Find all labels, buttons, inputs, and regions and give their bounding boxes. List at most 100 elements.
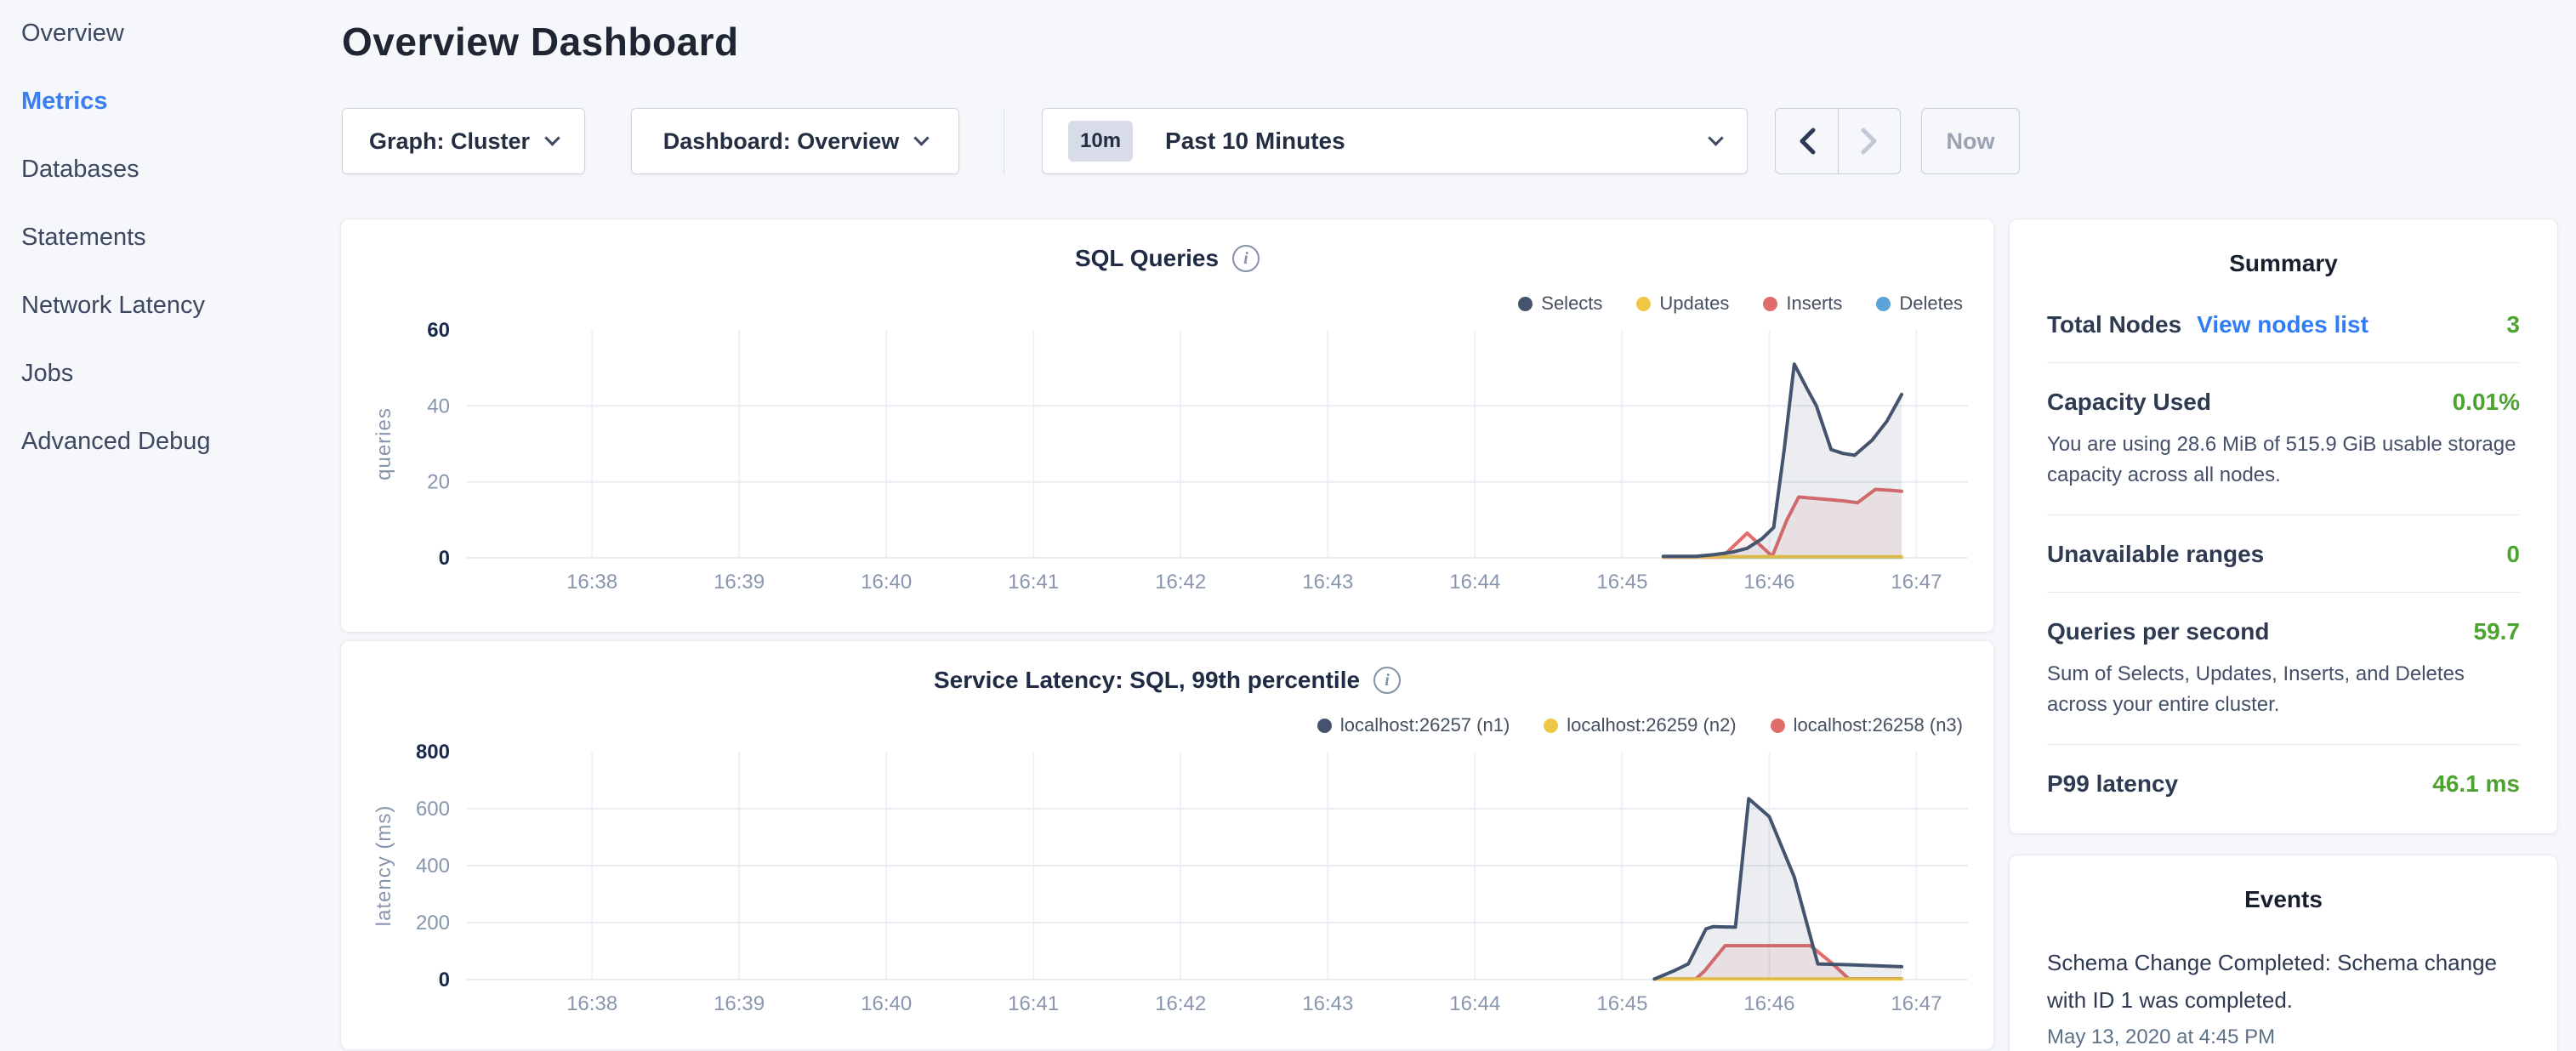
svg-text:16:45: 16:45 xyxy=(1596,992,1647,1015)
legend-item: localhost:26257 (n1) xyxy=(1317,714,1510,736)
svg-text:800: 800 xyxy=(416,741,450,764)
legend-dot-icon xyxy=(1636,297,1651,311)
svg-text:400: 400 xyxy=(416,855,450,878)
svg-text:latency (ms): latency (ms) xyxy=(372,805,395,927)
event-item[interactable]: Schema Change Completed: Schema change w… xyxy=(2010,913,2557,1049)
summary-row-value: 59.7 xyxy=(2474,618,2521,645)
svg-text:16:46: 16:46 xyxy=(1743,571,1794,594)
time-range-badge: 10m xyxy=(1068,121,1133,162)
legend-label: Updates xyxy=(1659,293,1729,315)
legend-label: localhost:26258 (n3) xyxy=(1794,714,1963,736)
event-text: Schema Change Completed: Schema change w… xyxy=(2047,944,2520,1019)
summary-row-subtext: You are using 28.6 MiB of 515.9 GiB usab… xyxy=(2047,429,2520,491)
svg-text:queries: queries xyxy=(372,407,395,480)
legend-dot-icon xyxy=(1317,719,1332,733)
legend-item: Selects xyxy=(1518,293,1602,315)
svg-text:0: 0 xyxy=(439,547,450,570)
events-title: Events xyxy=(2010,855,2557,913)
svg-text:16:41: 16:41 xyxy=(1008,571,1059,594)
svg-text:40: 40 xyxy=(427,395,450,418)
legend-label: localhost:26257 (n1) xyxy=(1340,714,1510,736)
svg-text:16:43: 16:43 xyxy=(1302,992,1353,1015)
summary-row-label: Capacity Used xyxy=(2047,389,2211,416)
svg-text:16:46: 16:46 xyxy=(1743,992,1794,1015)
summary-row-subtext: Sum of Selects, Updates, Inserts, and De… xyxy=(2047,659,2520,720)
time-step-buttons xyxy=(1775,108,1901,174)
summary-row-label: Unavailable ranges xyxy=(2047,541,2264,568)
svg-text:20: 20 xyxy=(427,471,450,494)
chevron-down-icon xyxy=(1708,130,1723,145)
svg-text:16:39: 16:39 xyxy=(714,571,765,594)
summary-row-value: 0 xyxy=(2506,541,2520,568)
graph-dropdown[interactable]: Graph: Cluster xyxy=(342,108,585,174)
sidebar-item-databases[interactable]: Databases xyxy=(21,155,340,184)
chart-legend: localhost:26257 (n1) localhost:26259 (n2)… xyxy=(1317,714,1963,736)
events-panel: Events Schema Change Completed: Schema c… xyxy=(2009,855,2558,1051)
svg-text:0: 0 xyxy=(439,969,450,991)
view-nodes-link[interactable]: View nodes list xyxy=(2197,311,2368,338)
summary-row: Capacity Used 0.01% You are using 28.6 MiB… xyxy=(2047,362,2520,514)
svg-text:16:43: 16:43 xyxy=(1302,571,1353,594)
events-list: Schema Change Completed: Schema change w… xyxy=(2010,913,2557,1049)
svg-text:16:38: 16:38 xyxy=(566,571,617,594)
chart-legend: Selects Updates Inserts Deletes xyxy=(1518,293,1963,315)
event-timestamp: May 13, 2020 at 4:45 PM xyxy=(2047,1025,2520,1049)
sidebar-item-jobs[interactable]: Jobs xyxy=(21,359,340,388)
info-icon[interactable]: i xyxy=(1373,667,1401,694)
svg-text:16:45: 16:45 xyxy=(1596,571,1647,594)
legend-dot-icon xyxy=(1771,719,1785,733)
legend-item: Updates xyxy=(1636,293,1729,315)
legend-item: localhost:26259 (n2) xyxy=(1544,714,1736,736)
summary-rows: Total NodesView nodes list3Capacity Used… xyxy=(2010,277,2557,821)
legend-dot-icon xyxy=(1518,297,1533,311)
sidebar-item-overview[interactable]: Overview xyxy=(21,19,340,48)
dashboard-dropdown-label: Dashboard: Overview xyxy=(663,128,900,155)
summary-row-value: 0.01% xyxy=(2453,389,2520,416)
legend-label: Inserts xyxy=(1786,293,1842,315)
sidebar-item-advanced-debug[interactable]: Advanced Debug xyxy=(21,427,340,456)
sidebar-item-network-latency[interactable]: Network Latency xyxy=(21,291,340,320)
legend-label: Selects xyxy=(1541,293,1602,315)
svg-text:16:44: 16:44 xyxy=(1449,571,1500,594)
svg-text:16:38: 16:38 xyxy=(566,992,617,1015)
svg-text:60: 60 xyxy=(427,320,450,342)
legend-dot-icon xyxy=(1544,719,1558,733)
sidebar-item-metrics[interactable]: Metrics xyxy=(21,87,340,116)
chevron-down-icon xyxy=(914,130,930,145)
summary-row-label: Queries per second xyxy=(2047,618,2269,645)
chevron-down-icon xyxy=(544,130,560,145)
info-icon[interactable]: i xyxy=(1232,245,1260,272)
chart-title: SQL Queries xyxy=(1075,245,1219,272)
summary-row-value: 46.1 ms xyxy=(2432,770,2520,798)
app-root: Overview Metrics Databases Statements Networ… xyxy=(0,0,2576,1051)
svg-text:16:44: 16:44 xyxy=(1449,992,1500,1015)
svg-text:16:42: 16:42 xyxy=(1155,571,1206,594)
chart-title: Service Latency: SQL, 99th percentile xyxy=(934,667,1360,694)
legend-item: Deletes xyxy=(1876,293,1963,315)
chevron-left-icon xyxy=(1797,127,1817,156)
sidebar-item-statements[interactable]: Statements xyxy=(21,223,340,252)
svg-text:16:40: 16:40 xyxy=(861,992,912,1015)
sql-queries-chart-card: SQL Queries i Selects Updates Inserts Delet… xyxy=(340,219,1994,633)
legend-item: Inserts xyxy=(1763,293,1842,315)
svg-text:16:47: 16:47 xyxy=(1891,571,1942,594)
legend-label: localhost:26259 (n2) xyxy=(1567,714,1736,736)
chart-plot: 0 20 40 60 16:38 16:39 16:40 16:41 16:42 16:43 16:… xyxy=(356,320,1993,622)
service-latency-chart-card: Service Latency: SQL, 99th percentile i … xyxy=(340,640,1994,1050)
summary-row: Total NodesView nodes list3 xyxy=(2047,286,2520,362)
chart-svg: 020040060080016:3816:3916:4016:4116:4216… xyxy=(356,741,1993,1039)
svg-text:16:40: 16:40 xyxy=(861,571,912,594)
legend-dot-icon xyxy=(1876,297,1891,311)
svg-text:600: 600 xyxy=(416,798,450,821)
svg-text:16:47: 16:47 xyxy=(1891,992,1942,1015)
next-time-button[interactable] xyxy=(1838,109,1900,173)
svg-text:200: 200 xyxy=(416,912,450,935)
dashboard-dropdown[interactable]: Dashboard: Overview xyxy=(631,108,959,174)
now-button[interactable]: Now xyxy=(1921,108,2020,174)
time-range-dropdown[interactable]: 10m Past 10 Minutes xyxy=(1042,108,1748,174)
prev-time-button[interactable] xyxy=(1776,109,1838,173)
time-range-label: Past 10 Minutes xyxy=(1165,128,1710,155)
toolbar: Graph: Cluster Dashboard: Overview 10m P… xyxy=(342,108,2020,174)
svg-text:16:41: 16:41 xyxy=(1008,992,1059,1015)
summary-row-label: Total Nodes xyxy=(2047,311,2181,338)
